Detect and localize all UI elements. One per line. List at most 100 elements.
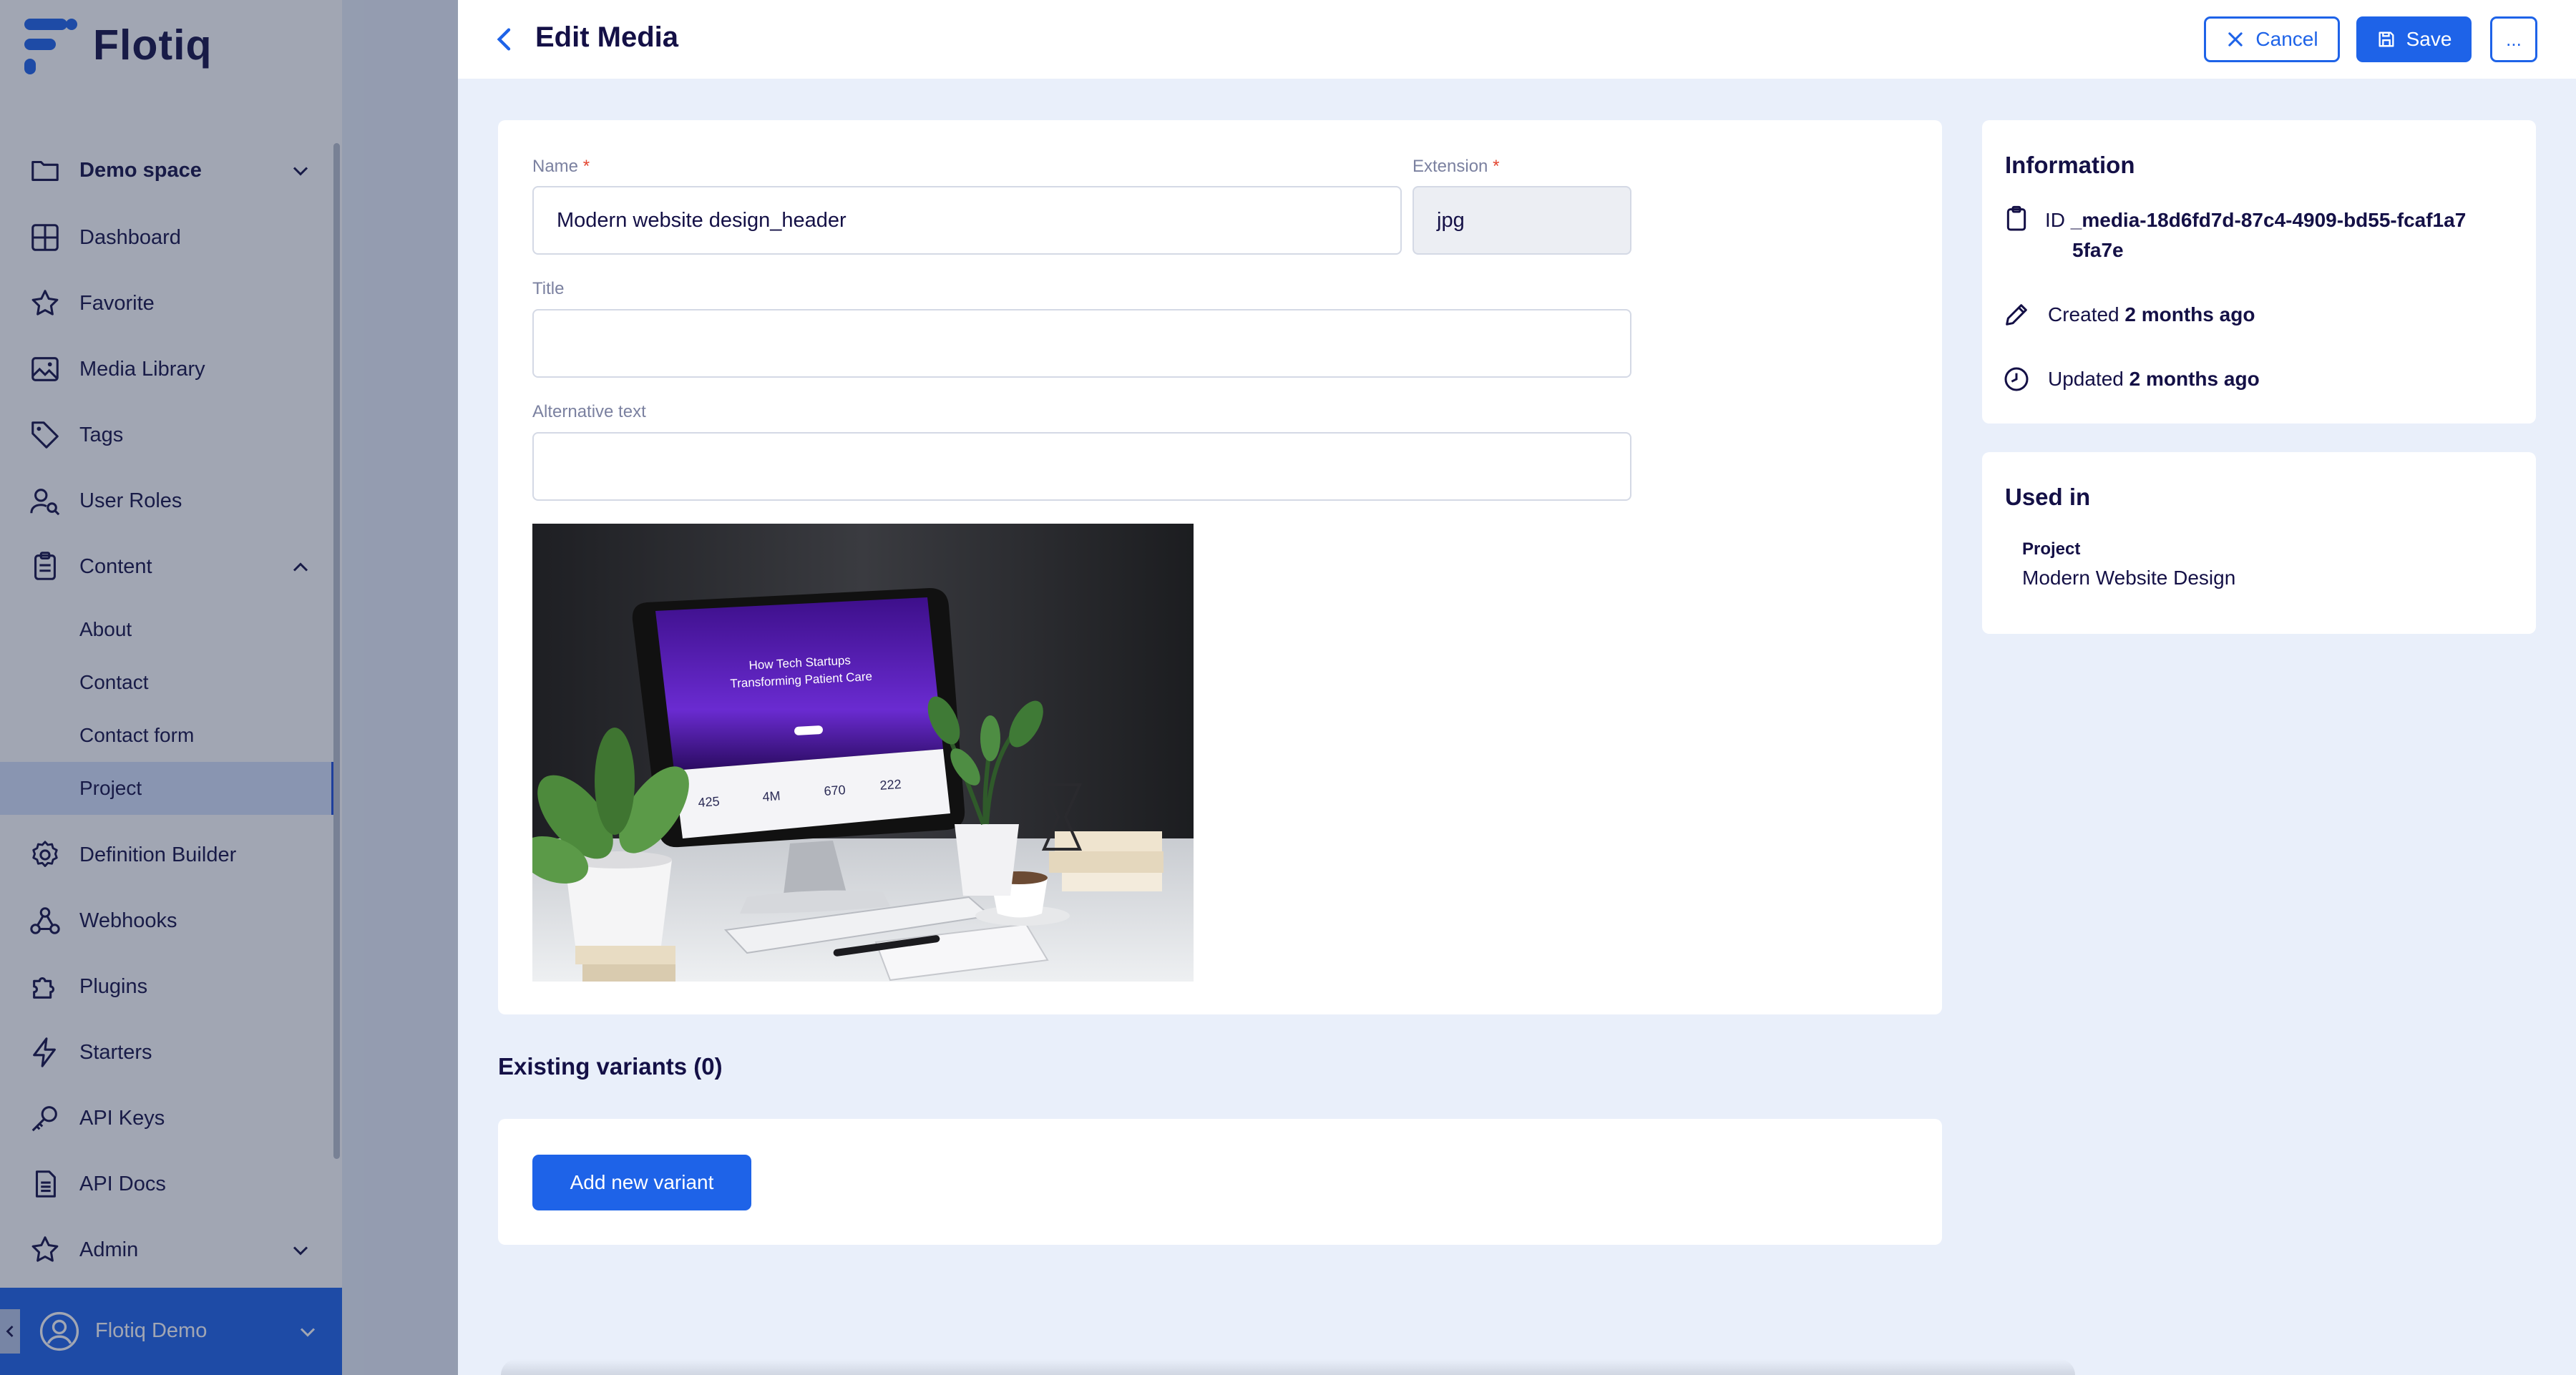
flotiq-logo-icon: [24, 19, 77, 74]
dashboard-icon: [31, 224, 59, 251]
sidebar-item-dashboard[interactable]: Dashboard: [0, 205, 336, 270]
sidebar-item-user-roles[interactable]: User Roles: [0, 468, 336, 534]
sidebar-subitem-project[interactable]: Project: [0, 762, 336, 815]
sidebar-item-plugins[interactable]: Plugins: [0, 954, 336, 1019]
name-input[interactable]: Modern website design_header: [532, 186, 1402, 255]
puzzle-icon: [33, 977, 55, 999]
alt-text-input[interactable]: [532, 432, 1631, 501]
star-icon: [31, 1236, 59, 1262]
back-arrow-icon[interactable]: [491, 24, 519, 54]
more-label: ...: [2506, 28, 2522, 50]
created-info: Created 2 months ago: [2048, 303, 2255, 326]
sidebar-subitem-contact[interactable]: Contact: [0, 656, 336, 709]
sidebar-subitem-about[interactable]: About: [0, 603, 336, 656]
media-id: ID _media-18d6fd7d-87c4-4909-bd55-fcaf1a…: [2045, 209, 2467, 231]
extension-label: Extension *: [1413, 157, 1500, 176]
media-id-continued: 5fa7e: [2072, 239, 2124, 261]
more-options-button[interactable]: ...: [2490, 16, 2537, 62]
alt-text-label: Alternative text: [532, 402, 646, 421]
sidebar-item-label: API Keys: [79, 1106, 165, 1130]
sidebar-item-starters[interactable]: Starters: [0, 1019, 336, 1085]
image-icon: [31, 357, 59, 381]
updated-info: Updated 2 months ago: [2048, 368, 2260, 390]
avatar-icon: [39, 1311, 79, 1351]
sidebar-item-demo-space[interactable]: Demo space: [0, 137, 336, 203]
sidebar-scrollbar[interactable]: [333, 143, 340, 1159]
sidebar-item-api-keys[interactable]: API Keys: [0, 1085, 336, 1151]
logo-text: Flotiq: [93, 21, 213, 69]
sidebar-item-label: Tags: [79, 423, 124, 446]
sidebar-item-label: Favorite: [79, 291, 155, 315]
page-title: Edit Media: [535, 21, 679, 53]
sidebar-item-label: Plugins: [79, 974, 148, 998]
user-name: Flotiq Demo: [95, 1319, 208, 1342]
existing-variants-heading: Existing variants (0): [498, 1053, 723, 1080]
title-input[interactable]: [532, 309, 1631, 378]
sidebar-item-label: API Docs: [79, 1172, 166, 1195]
tag-icon: [31, 421, 59, 449]
sidebar-item-label: User Roles: [79, 489, 182, 512]
save-icon: [2379, 31, 2394, 47]
preview-stat-1: 425: [698, 794, 720, 810]
close-icon: [2228, 32, 2243, 47]
sidebar-item-tags[interactable]: Tags: [0, 402, 336, 468]
bottom-edge: [501, 1359, 2075, 1375]
sidebar-item-api-docs[interactable]: API Docs: [0, 1151, 336, 1217]
save-label: Save: [2406, 28, 2452, 50]
chevron-down-icon: [300, 1328, 316, 1337]
sidebar-item-label: Definition Builder: [79, 843, 237, 866]
sidebar-subitem-contact-form[interactable]: Contact form: [0, 709, 336, 762]
used-in-heading: Used in: [2005, 484, 2091, 510]
chevron-up-icon: [293, 562, 308, 572]
chevron-down-icon: [293, 1246, 308, 1256]
lightning-icon: [33, 1037, 56, 1067]
user-menu[interactable]: Flotiq Demo: [0, 1288, 342, 1375]
media-preview-image[interactable]: How Tech Startups Transforming Patient C…: [532, 524, 1194, 982]
sidebar-item-definition-builder[interactable]: Definition Builder: [0, 822, 336, 888]
webhook-icon: [30, 907, 60, 934]
sidebar-item-admin[interactable]: Admin: [0, 1217, 336, 1283]
cancel-label: Cancel: [2255, 28, 2318, 50]
media-preview-illustration: How Tech Startups Transforming Patient C…: [532, 524, 1194, 982]
sidebar-subitem-label: Contact form: [79, 724, 195, 746]
clipboard-icon: [34, 552, 56, 580]
sidebar-item-label: Content: [79, 554, 152, 578]
add-new-variant-button[interactable]: Add new variant: [532, 1155, 751, 1210]
user-roles-icon: [30, 489, 60, 516]
pencil-icon: [2006, 304, 2027, 326]
save-button[interactable]: Save: [2356, 16, 2472, 62]
chevron-down-icon: [293, 167, 308, 176]
gear-icon: [32, 841, 58, 867]
used-in-type: Project: [2022, 539, 2081, 559]
extension-value: jpg: [1437, 208, 1465, 232]
used-in-link[interactable]: Modern Website Design: [2022, 567, 2235, 589]
cancel-button[interactable]: Cancel: [2204, 16, 2340, 62]
extension-input: jpg: [1413, 186, 1631, 255]
sidebar-item-label: Webhooks: [79, 909, 177, 932]
sidebar-subitem-label: Project: [79, 777, 142, 799]
preview-stat-3: 670: [824, 783, 846, 798]
add-new-variant-label: Add new variant: [570, 1171, 714, 1193]
sidebar-item-media-library[interactable]: Media Library: [0, 336, 336, 402]
key-icon: [31, 1106, 57, 1132]
title-label: Title: [532, 279, 565, 298]
sidebar-item-label: Dashboard: [79, 225, 181, 249]
document-icon: [35, 1170, 56, 1198]
flotiq-logo[interactable]: Flotiq: [21, 14, 213, 76]
name-label: Name *: [532, 157, 590, 176]
sidebar-item-label: Media Library: [79, 357, 205, 381]
clipboard-icon[interactable]: [2002, 205, 2031, 233]
sidebar-item-favorite[interactable]: Favorite: [0, 270, 336, 336]
preview-stat-2: 4M: [762, 788, 781, 804]
sidebar-item-label: Demo space: [79, 158, 202, 182]
clock-icon: [2004, 367, 2029, 391]
sidebar: Flotiq Demo space Dashboard Favorite Med…: [0, 0, 342, 1375]
sidebar-item-content[interactable]: Content: [0, 534, 336, 600]
sidebar-subitem-label: About: [79, 618, 132, 640]
folder-icon: [31, 160, 59, 181]
sidebar-subitem-label: Contact: [79, 671, 149, 693]
information-heading: Information: [2005, 152, 2135, 178]
sidebar-item-webhooks[interactable]: Webhooks: [0, 888, 336, 954]
collapse-sidebar-button[interactable]: [0, 1309, 20, 1354]
chevron-left-icon: [6, 1326, 14, 1337]
